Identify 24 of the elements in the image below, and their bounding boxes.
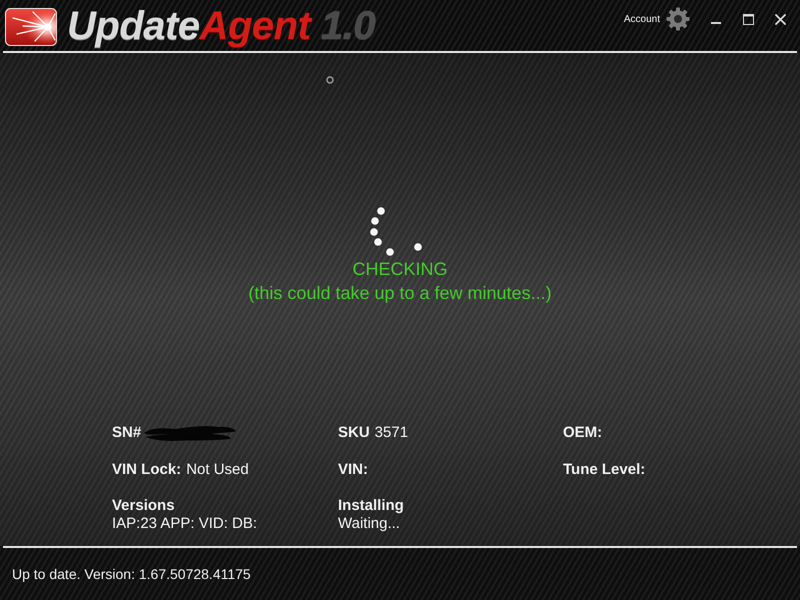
field-label: Versions — [112, 497, 175, 515]
ring-icon — [326, 76, 334, 84]
field-value: IAP:23 APP: VID: DB: — [112, 515, 258, 533]
field-label: Installing — [338, 497, 404, 515]
field-label: VIN: — [338, 460, 368, 480]
maximize-icon — [742, 14, 754, 24]
loading-spinner-icon — [369, 204, 422, 256]
close-icon — [774, 14, 786, 24]
field-label: VIN Lock: — [112, 460, 182, 480]
status-text: Up to date. Version: 1.67.50728.41175 — [12, 566, 251, 582]
app-logo: UpdateAgent 1.0 — [67, 2, 376, 48]
field-label: SN# — [112, 423, 142, 443]
status-message: (this could take up to a few minutes...) — [248, 282, 552, 305]
field-value: Not Used — [186, 460, 249, 480]
field-value: Waiting... — [338, 515, 400, 533]
settings-gear-icon — [666, 7, 690, 31]
logo-icon — [5, 8, 57, 46]
field-label: Tune Level: — [563, 460, 646, 480]
minimize-icon — [711, 22, 721, 24]
field-label: OEM: — [563, 423, 602, 443]
field-label: SKU — [338, 423, 370, 443]
status-title: CHECKING — [352, 258, 448, 281]
field-value: 3571 — [374, 423, 408, 443]
account-button[interactable]: Account — [624, 7, 690, 31]
